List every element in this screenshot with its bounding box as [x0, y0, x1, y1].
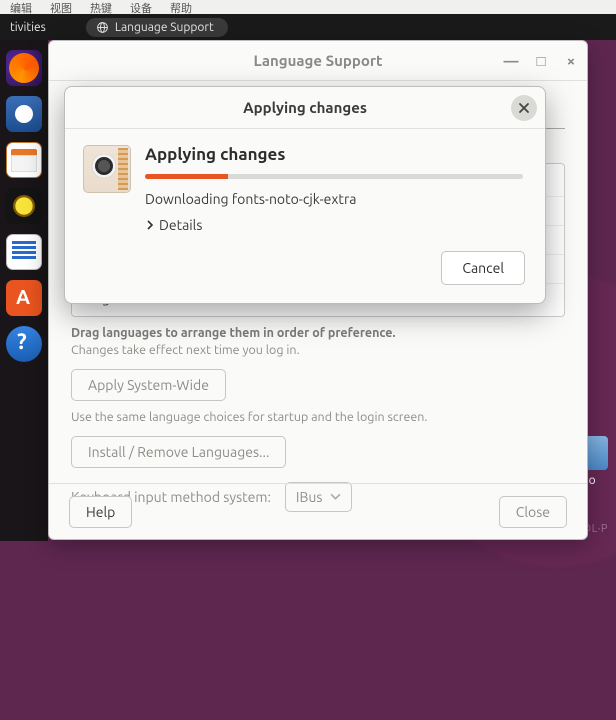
menu-item[interactable]: 编辑 — [10, 0, 32, 14]
help-icon[interactable] — [6, 326, 42, 362]
applying-changes-dialog: Applying changes Applying changes Downlo… — [64, 86, 546, 304]
close-dialog-button[interactable]: Close — [499, 496, 567, 528]
install-remove-languages-button[interactable]: Install / Remove Languages... — [71, 436, 286, 468]
rhythmbox-icon[interactable] — [6, 188, 42, 224]
progress-bar — [145, 174, 523, 179]
maximize-button[interactable]: □ — [533, 52, 549, 70]
download-status: Downloading fonts-noto-cjk-extra — [145, 191, 523, 207]
apply-hint: Use the same language choices for startu… — [71, 409, 565, 426]
menu-item[interactable]: 热键 — [90, 0, 112, 14]
minimize-button[interactable]: — — [503, 52, 519, 69]
globe-icon — [96, 21, 109, 34]
firefox-icon[interactable] — [6, 50, 42, 86]
titlebar[interactable]: Language Support — □ × — [49, 41, 587, 81]
menu-item[interactable]: 帮助 — [170, 0, 192, 14]
menu-item[interactable]: 视图 — [50, 0, 72, 14]
libreoffice-writer-icon[interactable] — [6, 234, 42, 270]
window-title: Language Support — [253, 52, 382, 69]
modal-titlebar[interactable]: Applying changes — [65, 87, 545, 129]
close-button[interactable]: × — [563, 52, 579, 69]
modal-title: Applying changes — [243, 99, 367, 116]
gnome-topbar: tivities Language Support — [0, 14, 616, 40]
ubuntu-software-icon[interactable] — [6, 280, 42, 316]
active-app-label: Language Support — [115, 21, 214, 34]
dock — [0, 40, 48, 541]
apply-system-wide-button[interactable]: Apply System-Wide — [71, 369, 226, 401]
menu-item[interactable]: 设备 — [130, 0, 152, 14]
chevron-right-icon — [145, 220, 155, 230]
details-expander[interactable]: Details — [145, 217, 202, 233]
package-icon — [83, 145, 131, 193]
details-label: Details — [159, 217, 202, 233]
drag-hint: Drag languages to arrange them in order … — [71, 325, 565, 359]
modal-heading: Applying changes — [145, 145, 523, 164]
close-icon[interactable] — [511, 95, 537, 121]
help-button[interactable]: Help — [69, 496, 132, 528]
thunderbird-icon[interactable] — [6, 96, 42, 132]
host-menubar: 编辑 视图 热键 设备 帮助 — [0, 0, 616, 14]
cancel-button[interactable]: Cancel — [441, 251, 525, 285]
active-app-indicator[interactable]: Language Support — [86, 18, 228, 37]
activities-button[interactable]: tivities — [10, 21, 46, 34]
progress-fill — [145, 174, 228, 179]
files-icon[interactable] — [6, 142, 42, 178]
dialog-footer: Help Close — [49, 483, 587, 539]
